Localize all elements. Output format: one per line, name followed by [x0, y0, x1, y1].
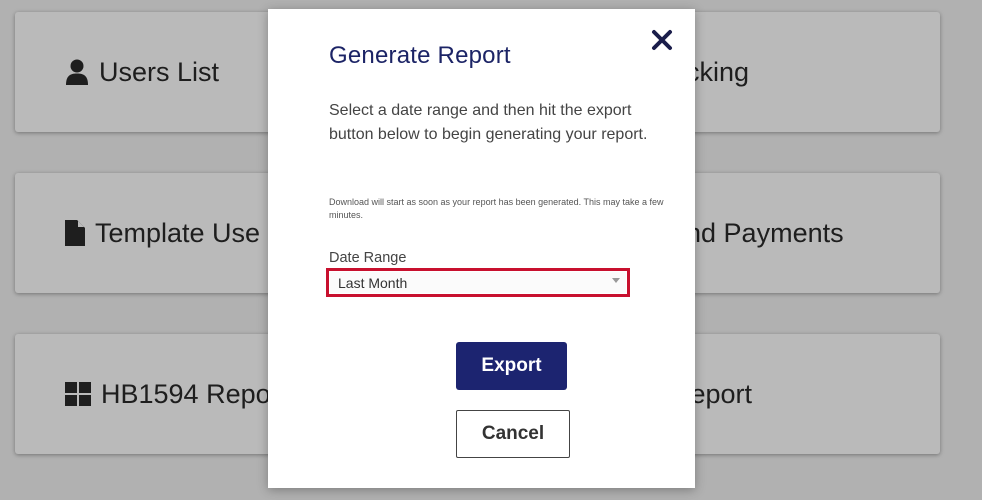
date-range-selected-value: Last Month — [338, 274, 408, 291]
dialog-note: Download will start as soon as your repo… — [329, 197, 664, 220]
generate-report-dialog: Generate Report Select a date range and … — [268, 9, 695, 488]
date-range-select-focus-outline: Last Month — [326, 268, 630, 297]
dialog-description: Select a date range and then hit the exp… — [329, 102, 648, 143]
cancel-button[interactable]: Cancel — [456, 410, 570, 458]
chevron-down-icon — [612, 278, 620, 283]
export-button[interactable]: Export — [456, 342, 567, 390]
date-range-label: Date Range — [329, 250, 407, 266]
close-icon[interactable] — [649, 27, 675, 53]
date-range-select[interactable]: Last Month — [330, 272, 626, 293]
dialog-title: Generate Report — [329, 42, 511, 69]
